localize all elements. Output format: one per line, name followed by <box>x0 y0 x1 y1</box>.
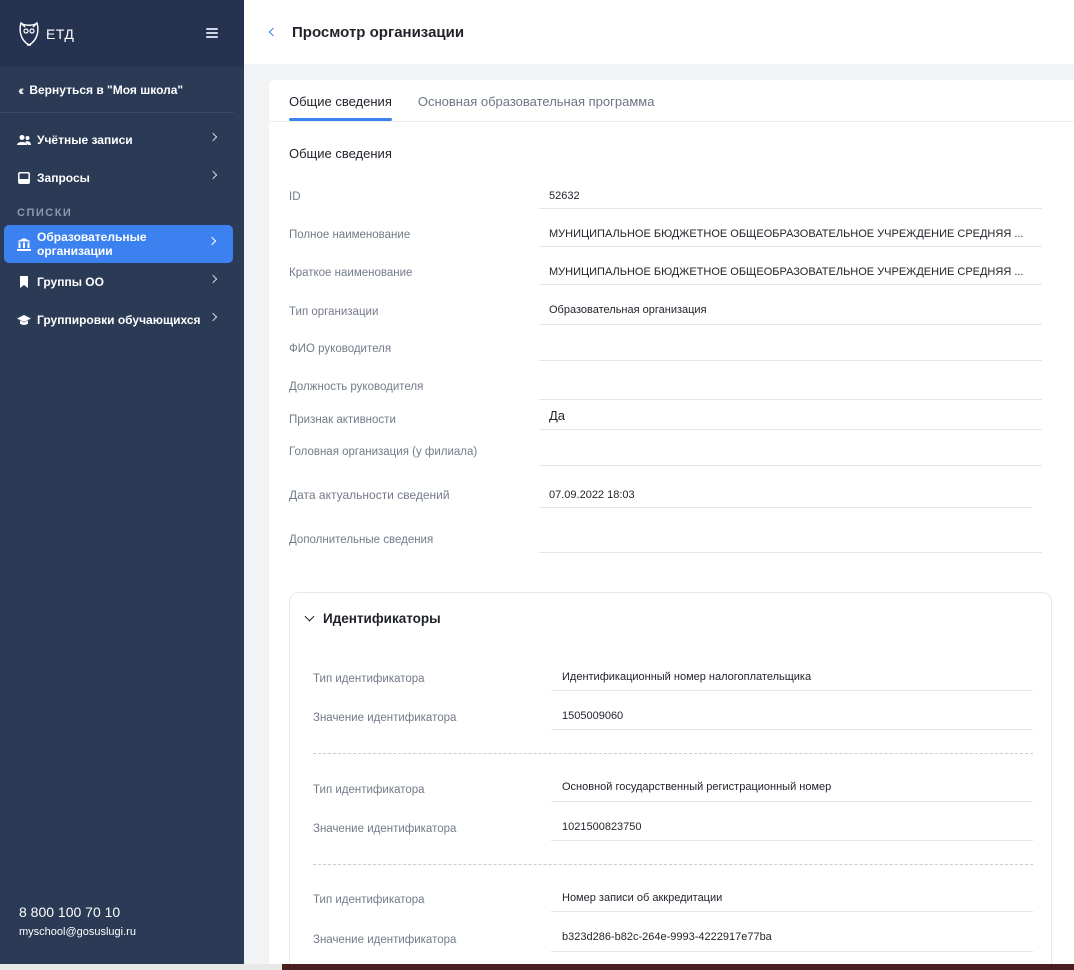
field-value: 1021500823750 <box>551 821 1033 841</box>
field-value: 52632 <box>539 190 1042 209</box>
field-value: 07.09.2022 18:03 <box>539 489 1032 508</box>
field-value: Основной государственный регистрационный… <box>551 781 1033 802</box>
page-title: Просмотр организации <box>292 23 465 41</box>
tab-education-program[interactable]: Основная образовательная программа <box>418 80 655 121</box>
field-label: Дата актуальности сведений <box>289 488 450 502</box>
field-value: b323d286-b82c-264e-9993-4222917e77ba <box>551 931 1033 952</box>
back-to-school-link[interactable]: ‹‹ Вернуться в "Моя школа" <box>0 67 234 113</box>
sidebar-item-requests[interactable]: Запросы <box>0 159 244 197</box>
field-row: Должность руководителя <box>289 380 1042 400</box>
graduation-cap-icon <box>17 313 31 327</box>
field-value <box>539 534 1042 553</box>
section-label-lists: СПИСКИ <box>17 207 73 219</box>
field-value: Номер записи об аккредитации <box>551 892 1033 912</box>
identifiers-title: Идентификаторы <box>323 611 441 626</box>
field-label: Должность руководителя <box>289 381 424 393</box>
field-row: Дата актуальности сведений 07.09.2022 18… <box>289 488 1042 508</box>
identifier-type-row: Тип идентификатора Номер записи об аккре… <box>313 892 1033 912</box>
double-chevron-left-icon: ‹‹ <box>18 81 25 98</box>
menu-toggle-icon[interactable] <box>206 28 218 38</box>
field-label: ID <box>289 191 301 203</box>
identifiers-toggle[interactable]: Идентификаторы <box>304 611 441 626</box>
field-label: Значение идентификатора <box>313 712 457 724</box>
sidebar-item-label: Группировки обучающихся <box>37 313 201 327</box>
chevron-down-icon <box>304 611 315 622</box>
field-row: Дополнительные сведения <box>289 534 1042 554</box>
support-email[interactable]: myschool@gosuslugi.ru <box>19 926 136 938</box>
sidebar-item-label: Группы ОО <box>37 275 104 289</box>
bank-icon <box>17 237 31 251</box>
field-label: Краткое наименование <box>289 267 413 279</box>
chevron-right-icon <box>208 132 218 142</box>
logo[interactable]: ЕТД <box>18 20 74 48</box>
identifier-type-row: Тип идентификатора Основной государствен… <box>313 781 1033 802</box>
sidebar-item-student-groupings[interactable]: Группировки обучающихся <box>0 301 244 339</box>
field-label: Дополнительные сведения <box>289 534 434 546</box>
field-value: МУНИЦИПАЛЬНОЕ БЮДЖЕТНОЕ ОБЩЕОБРАЗОВАТЕЛЬ… <box>539 266 1042 285</box>
general-section-title: Общие сведения <box>289 146 392 161</box>
field-label: Тип идентификатора <box>313 784 425 796</box>
tab-general[interactable]: Общие сведения <box>289 80 392 121</box>
sidebar-item-groups[interactable]: Группы ОО <box>0 263 244 301</box>
field-row: Признак активности Да <box>289 408 1042 430</box>
chevron-right-icon <box>208 312 218 322</box>
sidebar-item-label: Учётные записи <box>37 133 133 147</box>
field-row: Полное наименование МУНИЦИПАЛЬНОЕ БЮДЖЕТ… <box>289 228 1042 248</box>
chevron-right-icon <box>208 170 218 180</box>
identifier-value-row: Значение идентификатора b323d286-b82c-26… <box>313 931 1033 952</box>
sidebar-header: ЕТД <box>0 0 244 67</box>
field-row: Тип организации Образовательная организа… <box>289 304 1042 326</box>
taskbar-strip <box>0 964 282 970</box>
field-value: Образовательная организация <box>539 304 1042 325</box>
back-arrow-icon[interactable] <box>268 27 278 37</box>
back-to-school-label: Вернуться в "Моя школа" <box>29 82 184 97</box>
field-label: Тип организации <box>289 306 379 318</box>
field-value <box>539 380 1042 400</box>
field-label: Полное наименование <box>289 229 411 241</box>
taskbar-strip-dark <box>282 964 1074 970</box>
sidebar-item-label: Запросы <box>37 171 90 185</box>
sidebar-item-organizations[interactable]: Образовательные организации <box>4 225 233 263</box>
bookmark-icon <box>17 275 31 289</box>
organization-card: Общие сведения Основная образовательная … <box>269 80 1074 964</box>
support-phone[interactable]: 8 800 100 70 10 <box>19 904 136 920</box>
identifier-type-row: Тип идентификатора Идентификационный ном… <box>313 671 1033 691</box>
field-label: Тип идентификатора <box>313 673 425 685</box>
tabs: Общие сведения Основная образовательная … <box>269 80 1074 122</box>
field-row: Головная организация (у филиала) <box>289 446 1042 466</box>
sidebar-item-accounts[interactable]: Учётные записи <box>0 121 244 159</box>
field-value: МУНИЦИПАЛЬНОЕ БЮДЖЕТНОЕ ОБЩЕОБРАЗОВАТЕЛЬ… <box>539 228 1042 247</box>
field-label: Признак активности <box>289 414 396 426</box>
identifier-value-row: Значение идентификатора 1021500823750 <box>313 821 1033 841</box>
field-row: ФИО руководителя <box>289 342 1042 362</box>
field-value <box>539 446 1042 466</box>
chevron-right-icon <box>208 274 218 284</box>
field-value: 1505009060 <box>551 710 1033 730</box>
field-label: Тип идентификатора <box>313 894 425 906</box>
field-label: ФИО руководителя <box>289 343 392 355</box>
field-label: Значение идентификатора <box>313 934 457 946</box>
field-value: Да <box>539 408 1042 430</box>
support-contacts: 8 800 100 70 10 myschool@gosuslugi.ru <box>19 904 136 938</box>
identifiers-panel: Идентификаторы Тип идентификатора Иденти… <box>289 592 1052 964</box>
field-row: ID 52632 <box>289 190 1042 210</box>
owl-logo-icon <box>19 21 39 46</box>
sidebar-item-label: Образовательные организации <box>37 230 147 258</box>
field-label: Головная организация (у филиала) <box>289 446 478 458</box>
field-label: Значение идентификатора <box>313 823 457 835</box>
sidebar: ЕТД ‹‹ Вернуться в "Моя школа" Учётные з… <box>0 0 244 964</box>
field-value <box>539 342 1042 361</box>
divider <box>313 864 1033 865</box>
logo-text: ЕТД <box>46 25 75 42</box>
page-header: Просмотр организации <box>244 0 1074 64</box>
users-icon <box>17 133 31 147</box>
divider <box>313 753 1033 754</box>
inbox-icon <box>17 171 31 185</box>
identifier-value-row: Значение идентификатора 1505009060 <box>313 710 1033 730</box>
field-value: Идентификационный номер налогоплательщик… <box>551 671 1033 691</box>
field-row: Краткое наименование МУНИЦИПАЛЬНОЕ БЮДЖЕ… <box>289 266 1042 286</box>
